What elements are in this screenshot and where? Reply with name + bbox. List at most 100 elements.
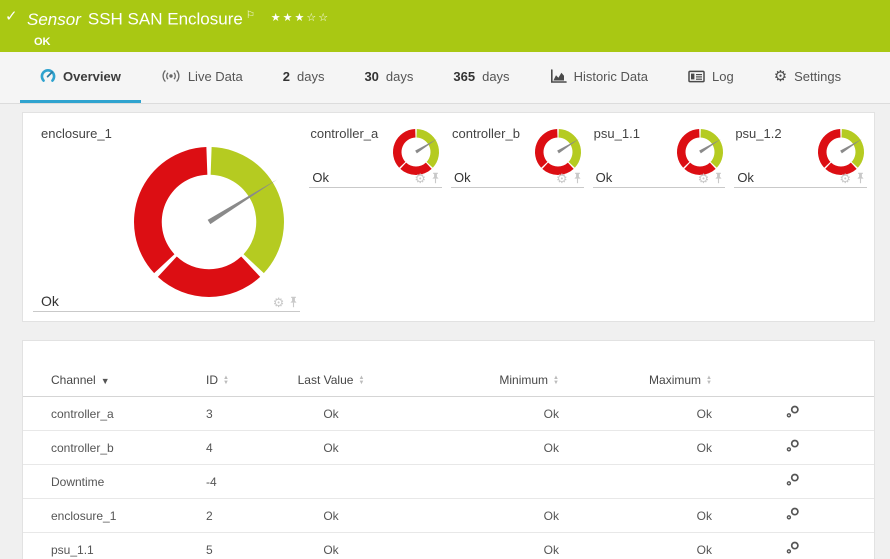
cell-minimum: Ok <box>366 498 559 533</box>
cell-minimum: Ok <box>366 430 559 465</box>
cell-last-value: Ok <box>296 498 366 533</box>
column-header-minimum[interactable]: Minimum ▲ ▼ <box>366 367 559 397</box>
table-row-enclosure_1: enclosure_1 2 Ok Ok Ok <box>23 498 874 533</box>
pin-icon <box>290 296 297 308</box>
cell-minimum: Ok <box>366 532 559 559</box>
tab-number: 30 <box>364 68 379 84</box>
tab-label: Log <box>711 68 734 84</box>
content-area: enclosure_1 Ok ⚙ controller_a Ok ⚙ controller_… <box>0 104 890 559</box>
check-icon: ✓ <box>5 8 18 25</box>
cell-channel[interactable]: controller_b <box>23 430 206 465</box>
table-row-controller_a: controller_a 3 Ok Ok Ok <box>23 396 874 431</box>
gauge-chart[interactable] <box>134 147 284 302</box>
tab-log[interactable]: Log <box>668 52 754 103</box>
tab-number: 2 <box>282 68 290 84</box>
gear-icon[interactable]: ⚙ <box>839 172 851 185</box>
gear-icon[interactable]: ⚙ <box>414 172 426 185</box>
table-row-Downtime: Downtime -4 <box>23 464 874 499</box>
cell-id: -4 <box>206 464 296 499</box>
tab-label: days <box>482 68 510 84</box>
cell-id: 2 <box>206 498 296 533</box>
column-header-actions <box>712 367 874 397</box>
tab-label: days <box>385 68 414 84</box>
column-header-maximum[interactable]: Maximum ▲ ▼ <box>559 367 712 397</box>
chart-icon <box>550 68 567 84</box>
pin-icon[interactable] <box>714 172 723 185</box>
cell-id: 5 <box>206 532 296 559</box>
tab-overview[interactable]: Overview <box>20 52 141 103</box>
cell-channel[interactable]: psu_1.1 <box>23 532 206 559</box>
tab-365-days[interactable]: 365 days <box>433 52 529 103</box>
flag-icon[interactable]: ⚐ <box>246 10 255 21</box>
tab-30-days[interactable]: 30 days <box>344 52 433 103</box>
cell-maximum: Ok <box>559 430 712 465</box>
channel-settings-icon[interactable] <box>785 472 801 491</box>
log-icon <box>688 70 705 83</box>
cell-maximum: Ok <box>559 396 712 431</box>
tab-label: Settings <box>794 68 842 84</box>
cell-maximum: Ok <box>559 532 712 559</box>
cell-channel[interactable]: enclosure_1 <box>23 498 206 533</box>
cell-maximum: Ok <box>559 498 712 533</box>
column-label: Minimum <box>499 373 549 387</box>
gauge-status-value: Ok <box>41 293 59 309</box>
column-label: Channel <box>51 373 96 387</box>
sensor-title-line: Sensor SSH SAN Enclosure ⚐ ★★★☆☆ <box>27 5 890 33</box>
sort-desc-icon: ▼ <box>100 375 110 386</box>
gear-icon: ⚙ <box>773 67 788 85</box>
pin-icon[interactable] <box>289 296 298 309</box>
pin-icon <box>857 172 864 184</box>
channel-settings-icon[interactable] <box>785 540 801 559</box>
status-badge: OK <box>34 35 51 48</box>
gauge-tile-psu_1.1: psu_1.1 Ok ⚙ <box>591 119 733 191</box>
column-header-last-value[interactable]: Last Value ▲ ▼ <box>296 367 366 397</box>
sensor-header: ✓ Sensor SSH SAN Enclosure ⚐ ★★★☆☆ OK <box>0 0 890 52</box>
tab-settings[interactable]: ⚙ Settings <box>754 52 861 103</box>
table-header-row: Channel ▼ ID ▲ ▼ Last Value ▲ ▼ Minimum ▲ ▼ Maximum… <box>23 367 874 397</box>
cell-minimum: Ok <box>366 396 559 431</box>
sensor-type-label: Sensor <box>27 9 81 29</box>
gauge-status-value: Ok <box>737 170 754 185</box>
pin-icon <box>715 172 722 184</box>
tab-label: days <box>296 68 325 84</box>
sort-icon: ▲ ▼ <box>358 374 365 386</box>
cell-last-value <box>296 464 366 499</box>
cell-minimum <box>366 464 559 499</box>
cell-last-value: Ok <box>296 396 366 431</box>
gear-icon[interactable]: ⚙ <box>556 172 568 185</box>
column-header-id[interactable]: ID ▲ ▼ <box>206 367 296 397</box>
channels-card: Channel ▼ ID ▲ ▼ Last Value ▲ ▼ Minimum ▲ ▼ Maximum… <box>22 340 875 559</box>
sort-icon: ▲ ▼ <box>553 374 559 386</box>
tab-label: Live Data <box>187 68 243 84</box>
pin-icon[interactable] <box>573 172 582 185</box>
gauge-status-value: Ok <box>312 170 329 185</box>
pin-icon[interactable] <box>431 172 440 185</box>
page-title: SSH SAN Enclosure <box>87 9 243 29</box>
pin-icon[interactable] <box>856 172 865 185</box>
column-label: Last Value <box>297 373 354 387</box>
pin-icon <box>574 172 581 184</box>
cell-channel[interactable]: Downtime <box>23 464 206 499</box>
tab-2-days[interactable]: 2 days <box>263 52 345 103</box>
tab-number: 365 <box>453 68 476 84</box>
channel-settings-icon[interactable] <box>785 438 801 457</box>
table-row-psu_1.1: psu_1.1 5 Ok Ok Ok <box>23 532 874 559</box>
cell-channel[interactable]: controller_a <box>23 396 206 431</box>
gear-icon[interactable]: ⚙ <box>273 296 285 309</box>
gauge-status-value: Ok <box>454 170 471 185</box>
priority-stars[interactable]: ★★★☆☆ <box>271 12 330 24</box>
gauge-icon <box>40 68 56 84</box>
channel-settings-icon[interactable] <box>785 404 801 423</box>
sort-icon: ▲ ▼ <box>223 374 229 386</box>
cell-id: 4 <box>206 430 296 465</box>
column-header-channel[interactable]: Channel ▼ <box>23 367 206 397</box>
channel-settings-icon[interactable] <box>785 506 801 525</box>
live-data-icon <box>161 69 181 83</box>
gauge-tile-psu_1.2: psu_1.2 Ok ⚙ <box>732 119 874 191</box>
sort-icon: ▲ ▼ <box>706 374 712 386</box>
tab-label: Historic Data <box>573 68 648 84</box>
gear-icon[interactable]: ⚙ <box>698 172 710 185</box>
tab-live-data[interactable]: Live Data <box>141 52 263 103</box>
tab-historic-data[interactable]: Historic Data <box>530 52 668 103</box>
cell-maximum <box>559 464 712 499</box>
